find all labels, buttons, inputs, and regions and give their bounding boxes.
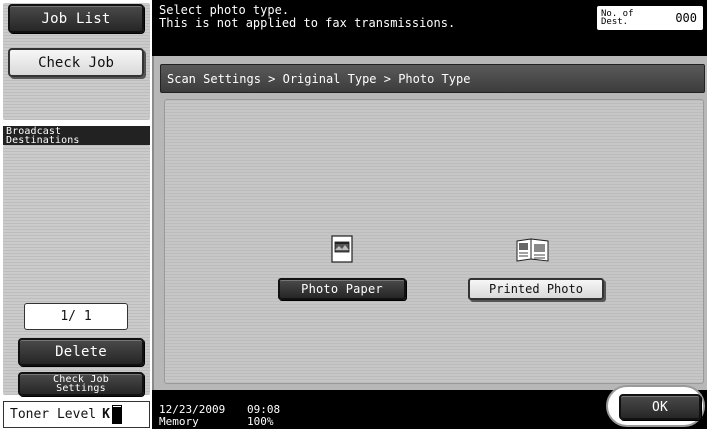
memory-label: Memory bbox=[159, 415, 199, 428]
printed-photo-icon bbox=[516, 238, 549, 262]
broadcast-destinations-header: Broadcast Destinations bbox=[3, 126, 150, 146]
toner-level-label: Toner Level bbox=[10, 407, 97, 422]
photo-paper-button[interactable]: Photo Paper bbox=[278, 278, 406, 300]
destination-count-label: No. of Dest. bbox=[601, 9, 634, 27]
toner-color-label: K bbox=[102, 407, 110, 422]
delete-button[interactable]: Delete bbox=[18, 338, 144, 366]
photo-paper-icon bbox=[331, 235, 353, 263]
destination-count-value: 000 bbox=[675, 10, 697, 25]
page-counter: 1/ 1 bbox=[24, 303, 128, 330]
message-bar: Select photo type. This is not applied t… bbox=[152, 0, 707, 56]
left-panel: Job List Check Job Broadcast Destination… bbox=[0, 0, 152, 429]
printed-photo-button[interactable]: Printed Photo bbox=[468, 278, 604, 300]
job-list-button[interactable]: Job List bbox=[8, 4, 144, 33]
copier-panel-screen: Job List Check Job Broadcast Destination… bbox=[0, 0, 707, 429]
toner-level-bar bbox=[111, 405, 122, 424]
main-area: Scan Settings > Original Type > Photo Ty… bbox=[152, 56, 707, 390]
check-job-button[interactable]: Check Job bbox=[8, 48, 144, 77]
ok-button[interactable]: OK bbox=[619, 394, 701, 420]
toner-level-indicator: Toner Level K bbox=[3, 401, 150, 428]
check-job-settings-button[interactable]: Check Job Settings bbox=[18, 372, 144, 396]
breadcrumb-text: Scan Settings > Original Type > Photo Ty… bbox=[167, 71, 471, 86]
photo-type-options-panel: Photo Paper Printed Photo bbox=[164, 99, 704, 384]
status-date: 12/23/2009 bbox=[159, 403, 226, 416]
breadcrumb: Scan Settings > Original Type > Photo Ty… bbox=[160, 64, 705, 93]
destination-count-box: No. of Dest. 000 bbox=[597, 6, 703, 30]
memory-value: 100% bbox=[247, 415, 274, 428]
toner-level-bar-fill bbox=[112, 406, 121, 423]
status-time: 09:08 bbox=[247, 403, 281, 416]
